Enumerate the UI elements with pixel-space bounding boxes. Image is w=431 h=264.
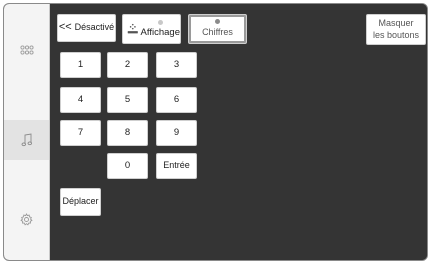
- settings-gear-icon: [20, 212, 33, 226]
- key-5[interactable]: 5: [107, 87, 148, 113]
- music-note-icon: [21, 133, 32, 147]
- display-indicator-dot: [157, 19, 163, 25]
- key-9[interactable]: 9: [156, 120, 197, 146]
- double-chevron-left-icon: <<: [58, 21, 72, 34]
- key-7[interactable]: 7: [60, 120, 101, 146]
- enter-key[interactable]: Entrée: [156, 153, 197, 179]
- app-window: << Désactivé Affichage Chiffres Masquer …: [3, 3, 428, 261]
- key-8[interactable]: 8: [107, 120, 148, 146]
- hide-buttons-label-line2: les boutons: [372, 29, 420, 40]
- sidebar: [4, 4, 50, 260]
- key-0[interactable]: 0: [107, 153, 148, 179]
- hide-buttons-label-line1: Masquer: [378, 18, 414, 29]
- key-6[interactable]: 6: [156, 87, 197, 113]
- sidebar-item-settings[interactable]: [4, 199, 49, 239]
- sidebar-item-music[interactable]: [4, 120, 49, 160]
- key-4[interactable]: 4: [60, 87, 101, 113]
- key-1[interactable]: 1: [60, 52, 101, 78]
- move-button[interactable]: Déplacer: [60, 188, 101, 216]
- digits-mode-button[interactable]: Chiffres: [188, 14, 247, 44]
- hide-buttons-button[interactable]: Masquer les boutons: [366, 14, 426, 45]
- display-keypad-icon: [127, 23, 138, 34]
- key-2[interactable]: 2: [107, 52, 148, 78]
- back-deactivate-button[interactable]: << Désactivé: [57, 14, 116, 42]
- display-label: Affichage: [140, 26, 180, 38]
- apps-grid-icon: [19, 45, 34, 55]
- main-panel: << Désactivé Affichage Chiffres Masquer …: [50, 4, 427, 260]
- key-3[interactable]: 3: [156, 52, 197, 78]
- back-label: Désactivé: [74, 22, 115, 33]
- sidebar-item-apps[interactable]: [4, 30, 49, 70]
- digits-indicator-dot: [215, 19, 220, 25]
- digits-label: Chiffres: [202, 27, 233, 38]
- display-mode-button[interactable]: Affichage: [122, 14, 181, 44]
